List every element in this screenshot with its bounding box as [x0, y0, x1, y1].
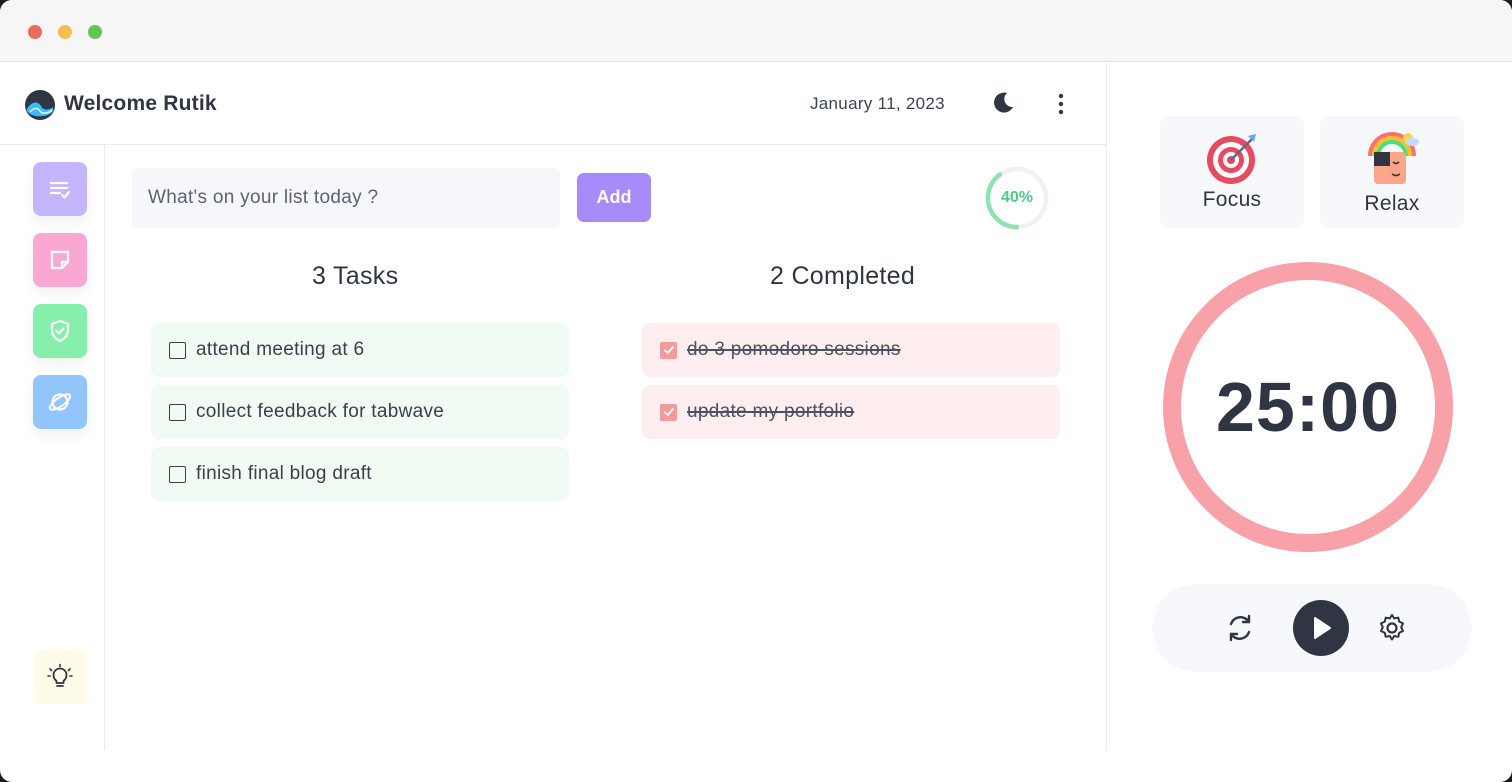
timer-display: 25:00: [1215, 368, 1401, 446]
target-icon: [1207, 134, 1256, 184]
sidebar-item-tasks[interactable]: [33, 162, 87, 216]
sidebar-item-notes[interactable]: [33, 233, 87, 287]
logo-icon: [25, 90, 55, 120]
maximize-window-button[interactable]: [88, 25, 102, 39]
task-checkbox-checked[interactable]: [660, 341, 677, 359]
task-checkbox[interactable]: [169, 403, 186, 421]
checklist-icon: [49, 181, 71, 199]
completed-item[interactable]: update my portfolio: [642, 385, 1060, 439]
task-text: do 3 pomodoro sessions: [687, 339, 901, 360]
mode-focus-button[interactable]: Focus: [1160, 116, 1304, 228]
app-window: Welcome Rutik January 11, 2023 What's on…: [0, 0, 1512, 782]
minimize-window-button[interactable]: [58, 25, 72, 39]
progress-label: 40%: [1000, 189, 1034, 206]
close-window-button[interactable]: [28, 25, 42, 39]
relax-face-icon: [1368, 132, 1419, 184]
shield-check-icon: [50, 319, 70, 343]
timer-controls: [1152, 584, 1472, 672]
mode-label: Focus: [1202, 188, 1262, 211]
task-item[interactable]: finish final blog draft: [151, 447, 569, 501]
task-checkbox[interactable]: [169, 465, 186, 483]
more-vertical-icon[interactable]: [1050, 90, 1072, 118]
task-text: attend meeting at 6: [196, 339, 365, 360]
moon-icon[interactable]: [990, 90, 1016, 116]
task-text: update my portfolio: [687, 401, 855, 422]
play-icon[interactable]: [1292, 599, 1350, 657]
completed-item[interactable]: do 3 pomodoro sessions: [642, 323, 1060, 377]
welcome-title: Welcome Rutik: [64, 92, 217, 115]
task-text: finish final blog draft: [196, 463, 372, 484]
task-item[interactable]: attend meeting at 6: [151, 323, 569, 377]
settings-icon[interactable]: [1376, 612, 1408, 644]
current-date: January 11, 2023: [810, 94, 945, 113]
task-checkbox-checked[interactable]: [660, 403, 677, 421]
add-button[interactable]: Add: [577, 173, 651, 222]
sidebar-item-blocker[interactable]: [33, 304, 87, 358]
task-input[interactable]: [132, 168, 560, 228]
task-item[interactable]: collect feedback for tabwave: [151, 385, 569, 439]
sidebar-item-explore[interactable]: [33, 375, 87, 429]
sidebar: [0, 145, 105, 750]
check-icon: [663, 346, 674, 354]
sticky-note-icon: [50, 250, 70, 270]
tasks-title: 3 Tasks: [312, 262, 399, 290]
mode-relax-button[interactable]: Relax: [1320, 116, 1464, 228]
planet-icon: [48, 393, 72, 411]
reset-icon[interactable]: [1224, 612, 1256, 644]
sidebar-item-tips[interactable]: [33, 650, 87, 704]
header: Welcome Rutik January 11, 2023: [0, 63, 1106, 145]
check-icon: [663, 408, 674, 416]
task-checkbox[interactable]: [169, 341, 186, 359]
completed-title: 2 Completed: [770, 262, 916, 290]
lightbulb-icon: [47, 663, 73, 687]
mode-label: Relax: [1364, 192, 1420, 215]
task-text: collect feedback for tabwave: [196, 401, 445, 422]
title-bar: [0, 0, 1512, 62]
